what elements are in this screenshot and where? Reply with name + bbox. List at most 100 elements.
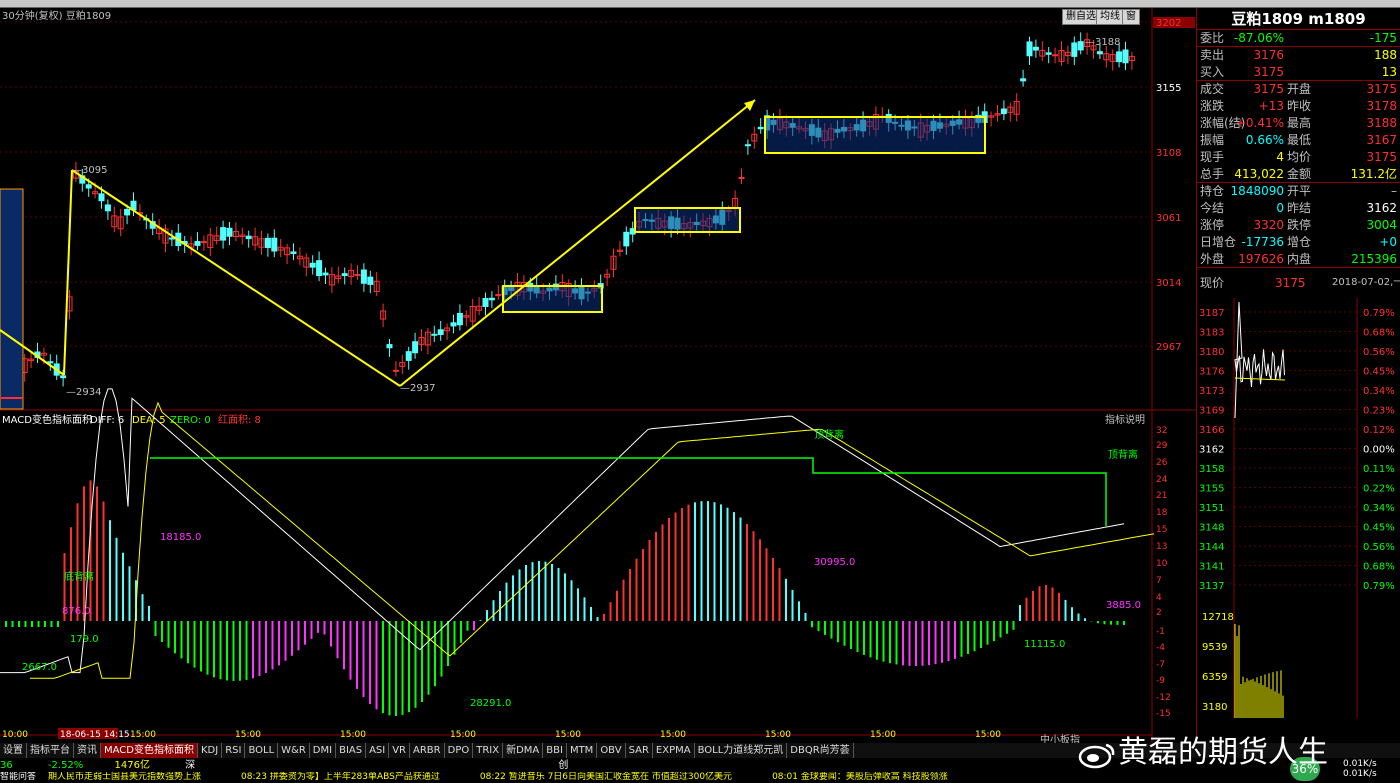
indicator-label: 30995.0 (814, 557, 855, 568)
quote-value: 3175 (1253, 82, 1284, 96)
tab-2[interactable]: 资讯 (74, 743, 101, 758)
low-label: —2934 (66, 387, 101, 398)
indicator-tick: -7 (1156, 660, 1165, 670)
tab-9[interactable]: BIAS (336, 743, 367, 758)
quote-value2: 3175 (1366, 150, 1397, 164)
vol-tick: 12718 (1202, 612, 1234, 623)
tab-13[interactable]: DPO (445, 743, 474, 758)
quote-title: 豆粕1809 m1809 (1197, 8, 1400, 30)
candle-body (85, 184, 92, 189)
price-tick: 3202 (1156, 18, 1181, 29)
vol-tick: 9539 (1202, 642, 1227, 653)
trend-line (399, 99, 756, 387)
indicator-legend-4: 红面积: 8 (218, 413, 261, 426)
tab-16[interactable]: BBI (543, 743, 567, 758)
indicator-tick: -9 (1156, 676, 1165, 686)
tab-4[interactable]: KDJ (198, 743, 223, 758)
quote-value: -17736 (1241, 235, 1284, 249)
quote-label: 买入 (1200, 65, 1225, 79)
quote-value: 413,022 (1234, 167, 1284, 181)
indicator-tick: 29 (1156, 441, 1168, 451)
toolbar-strip[interactable] (0, 0, 1400, 8)
mini-tick-left: 3155 (1199, 484, 1224, 495)
time-tick: 15:00 (870, 730, 896, 740)
ticker-item[interactable]: 08:01 金球要闻：美股后弹收高 科技股领涨 (772, 772, 948, 782)
candle-body (1077, 41, 1084, 51)
tab-1[interactable]: 指标平台 (27, 743, 74, 758)
quote-label2: 昨结 (1287, 201, 1312, 215)
time-tick: 10:00 (2, 730, 28, 740)
candle-body (738, 176, 745, 179)
quote-value2: 188 (1374, 48, 1397, 62)
tab-15[interactable]: 新DMA (503, 743, 544, 758)
quote-row: 委比 -87.06% -175 (1197, 30, 1400, 47)
tab-11[interactable]: VR (389, 743, 411, 758)
upload-speed: 0.01K/s (1343, 759, 1377, 769)
price-tick: 3108 (1156, 148, 1181, 159)
quote-row: 日增仓 -17736 增仓 +0 (1197, 234, 1400, 251)
indicator-tick: 4 (1156, 593, 1162, 603)
ma-button[interactable]: 均线 (1096, 9, 1124, 25)
quote-value: 197626 (1238, 252, 1284, 266)
time-tick: 15:00 (765, 730, 791, 740)
quote-label2: 最低 (1287, 133, 1312, 147)
tab-19[interactable]: SAR (626, 743, 653, 758)
indicator-label: 18185.0 (160, 532, 201, 543)
price-tick: 3155 (1156, 83, 1181, 94)
ticker-item[interactable]: 期人民币走弱士国县美元指数强势上涨 (48, 772, 201, 782)
tab-14[interactable]: TRIX (473, 743, 504, 758)
mini-tick-left: 3176 (1199, 367, 1224, 378)
mini-tick-right: 0.22% (1363, 484, 1395, 495)
ticker-item[interactable]: 智能问答 (0, 772, 36, 782)
ticker-item[interactable]: 08:23 拼委资为零】上半年283单ABS产品获通过 (241, 772, 440, 782)
tab-12[interactable]: ARBR (410, 743, 445, 758)
indicator-tick: 10 (1156, 559, 1168, 569)
tab-10[interactable]: ASI (366, 743, 390, 758)
news-ticker[interactable]: 智能问答 期人民币走弱士国县美元指数强势上涨 08:23 拼委资为零】上半年283单… (0, 772, 1400, 783)
candle-body (309, 262, 316, 268)
candle-body (47, 361, 54, 364)
quote-value2: 215396 (1351, 252, 1397, 266)
quote-row: 涨停 3320 跌停 3004 (1197, 217, 1400, 234)
candle-body (341, 273, 348, 276)
tab-21[interactable]: BOLL力道线郑元凯 (695, 743, 788, 758)
delete-watchlist-button[interactable]: 删自选 (1062, 9, 1100, 25)
candle-body (757, 126, 764, 130)
tab-8[interactable]: DMI (310, 743, 337, 758)
mini-tick-left: 3141 (1199, 562, 1224, 573)
tab-6[interactable]: BOLL (245, 743, 279, 758)
quote-value: 3175 (1253, 65, 1284, 79)
mini-tick-right: 0.12% (1363, 425, 1395, 436)
quote-value2: 3004 (1366, 218, 1397, 232)
mini-tick-right: 0.56% (1363, 347, 1395, 358)
tab-20[interactable]: EXPMA (653, 743, 695, 758)
candle-body (245, 235, 252, 240)
mini-tick-right: 0.56% (1363, 542, 1395, 553)
tab-17[interactable]: MTM (567, 743, 598, 758)
candle-body (1122, 49, 1129, 64)
quote-label: 总手 (1200, 167, 1225, 181)
trend-line (63, 169, 73, 376)
quote-value: 1848090 (1230, 184, 1284, 198)
quote-value: +13 (1258, 99, 1284, 113)
price-now-value: 3175 (1275, 276, 1306, 290)
tab-5[interactable]: RSI (222, 743, 246, 758)
tab-18[interactable]: OBV (597, 743, 626, 758)
tab-7[interactable]: W&R (278, 743, 310, 758)
tab-3[interactable]: MACD变色指标面积 (101, 743, 198, 758)
time-tick: 15:00 (975, 730, 1001, 740)
consolidation-box (764, 116, 986, 154)
quote-value2: 3162 (1366, 201, 1397, 215)
price-tick: 3014 (1156, 278, 1181, 289)
window-button[interactable]: 窗 (1122, 9, 1140, 25)
ticker-item[interactable]: 08:22 暂进音乐 7日6日向美国汇收金宽在 市值超过300亿美元 (480, 772, 732, 782)
tab-22[interactable]: DBQR尚芳荟 (787, 743, 854, 758)
quote-value: 4 (1276, 150, 1284, 164)
price-tick: 2967 (1156, 342, 1181, 353)
tab-0[interactable]: 设置 (0, 743, 27, 758)
quote-label: 振幅 (1200, 133, 1225, 147)
indicator-legend-2: DEA: 5 (132, 415, 166, 426)
quote-row: 持仓 1848090 开平 – (1197, 183, 1400, 200)
candle-body (623, 231, 630, 247)
mini-tick-left: 3173 (1199, 386, 1224, 397)
